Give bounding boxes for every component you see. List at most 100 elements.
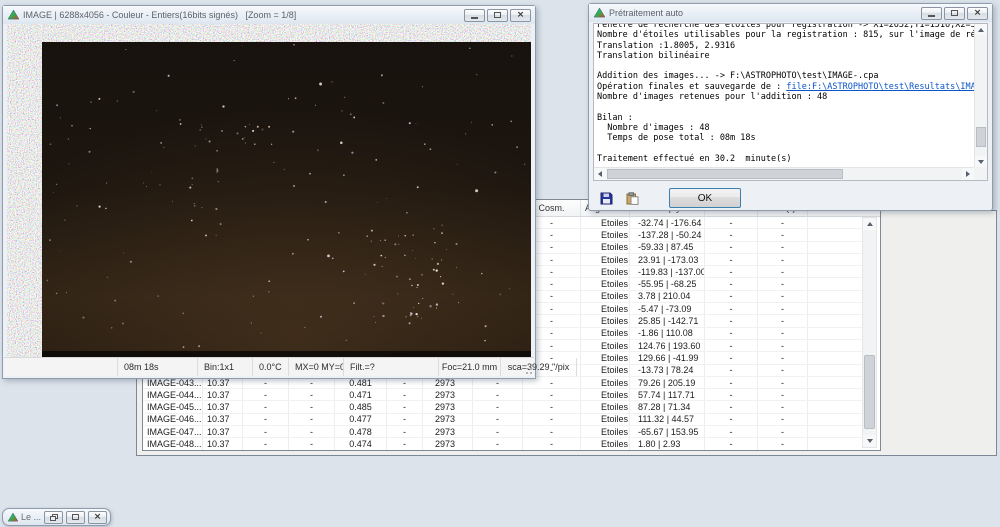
cell: -: [758, 242, 808, 253]
scroll-left-button[interactable]: [594, 168, 606, 180]
cell: 111.32 | 44.57: [630, 414, 705, 425]
cell: 2973: [423, 414, 473, 425]
cell: -: [705, 377, 758, 388]
result-file-link[interactable]: file:F:\ASTROPHOTO\test\Resultats\IMAGE.…: [786, 82, 974, 92]
app-prism-icon: [8, 10, 19, 20]
minimize-icon: [471, 17, 478, 19]
cell: Etoiles: [581, 401, 630, 412]
cell: -: [705, 254, 758, 265]
table-row[interactable]: IMAGE-046....10.37--0.477-2973--Etoiles1…: [143, 414, 863, 426]
cell: Etoiles: [581, 340, 630, 351]
log-horizontal-scrollbar[interactable]: [594, 167, 974, 180]
cell: Etoiles: [581, 242, 630, 253]
cell: -: [758, 291, 808, 302]
cell: -: [243, 401, 289, 412]
arrow-down-icon: [867, 439, 873, 443]
cell: Etoiles: [581, 278, 630, 289]
maximize-button[interactable]: [66, 511, 85, 524]
cell: -: [705, 352, 758, 363]
close-button[interactable]: ×: [510, 9, 531, 22]
log-vertical-scrollbar[interactable]: [974, 24, 987, 167]
status-segment: 08m 18s: [118, 358, 198, 376]
image-window-titlebar[interactable]: IMAGE | 6288x4056 - Couleur - Entiers(16…: [3, 6, 535, 24]
cell: -: [289, 389, 335, 400]
minimized-window-title: Le ...: [21, 512, 41, 522]
cell: 124.76 | 193.60: [630, 340, 705, 351]
close-icon: ×: [94, 513, 102, 522]
log-line: [597, 102, 974, 112]
cell: -: [758, 315, 808, 326]
status-segment: MX=0 MY=0: [289, 358, 344, 376]
log-line: Translation :1.8005, 2.9316: [597, 41, 974, 51]
cell: -: [705, 389, 758, 400]
ok-button[interactable]: OK: [669, 188, 741, 208]
astrophoto-canvas[interactable]: [7, 24, 531, 357]
image-statusbar: 08m 18sBin:1x10.0°CMX=0 MY=0Filt.=?Foc=2…: [4, 357, 534, 376]
cell: 3.78 | 210.04: [630, 291, 705, 302]
table-row[interactable]: IMAGE-048....10.37--0.474-2973--Etoiles1…: [143, 438, 863, 450]
image-window-title: IMAGE | 6288x4056 - Couleur - Entiers(16…: [23, 10, 296, 20]
status-segment: Filt.=?: [344, 358, 439, 376]
table-row[interactable]: IMAGE-047....10.37--0.478-2973--Etoiles-…: [143, 426, 863, 438]
cell: Etoiles: [581, 291, 630, 302]
clipboard-paste-icon: [626, 192, 639, 205]
cell: 0.478: [335, 426, 387, 437]
arrow-left-icon: [598, 171, 602, 177]
close-button[interactable]: ×: [967, 7, 988, 20]
cell: -: [758, 266, 808, 277]
cell: Etoiles: [581, 229, 630, 240]
minimize-button[interactable]: [921, 7, 942, 20]
cell: 0.477: [335, 414, 387, 425]
cell: -: [387, 438, 423, 449]
cell: -: [289, 414, 335, 425]
cell: -: [758, 365, 808, 376]
save-log-button[interactable]: [597, 190, 615, 206]
table-vertical-scrollbar[interactable]: [862, 217, 877, 448]
scroll-down-button[interactable]: [863, 435, 876, 447]
scroll-thumb[interactable]: [607, 169, 843, 179]
cell: -: [243, 426, 289, 437]
cell: -65.67 | 153.95: [630, 426, 705, 437]
restore-button[interactable]: [44, 511, 63, 524]
scroll-up-button[interactable]: [975, 24, 987, 35]
cell: 0.471: [335, 389, 387, 400]
scroll-thumb[interactable]: [864, 355, 875, 428]
cell: -: [243, 414, 289, 425]
scroll-right-button[interactable]: [962, 168, 974, 180]
minimize-button[interactable]: [464, 9, 485, 22]
cell: Etoiles: [581, 426, 630, 437]
status-segment: Foc=21.0 mm: [439, 358, 501, 376]
restore-button[interactable]: [487, 9, 508, 22]
cell: -: [243, 389, 289, 400]
cell: 23.91 | -173.03: [630, 254, 705, 265]
dialog-titlebar[interactable]: Prétraitement auto ×: [589, 4, 992, 22]
resize-grip-icon[interactable]: [524, 366, 532, 374]
cell: -: [473, 389, 523, 400]
cell: -: [705, 401, 758, 412]
dialog-title: Prétraitement auto: [609, 8, 683, 18]
copy-log-button[interactable]: [623, 190, 641, 206]
restore-button[interactable]: [944, 7, 965, 20]
pretraitement-dialog: Prétraitement auto × Fenêtre de recherch…: [588, 3, 993, 211]
cell: -: [758, 426, 808, 437]
log-text: Fenêtre de recherche des étoiles pour re…: [597, 24, 974, 167]
log-line: Temps de pose total : 08m 18s: [597, 133, 974, 143]
minimized-window[interactable]: Le ... ×: [2, 508, 111, 526]
table-row[interactable]: IMAGE-045....10.37--0.485-2973--Etoiles8…: [143, 401, 863, 413]
close-button[interactable]: ×: [88, 511, 107, 524]
scroll-up-button[interactable]: [863, 218, 876, 230]
cell: -: [243, 438, 289, 449]
table-row[interactable]: IMAGE-044....10.37--0.471-2973--Etoiles5…: [143, 389, 863, 401]
cell: Etoiles: [581, 266, 630, 277]
log-line: [597, 144, 974, 154]
cell: 87.28 | 71.34: [630, 401, 705, 412]
cell: 2973: [423, 438, 473, 449]
cell: -: [705, 303, 758, 314]
floppy-disk-icon: [600, 192, 613, 205]
cell: -: [523, 414, 581, 425]
cell: 10.37: [203, 414, 243, 425]
minimize-icon: [928, 15, 935, 17]
scroll-thumb[interactable]: [976, 127, 986, 147]
scroll-down-button[interactable]: [975, 156, 987, 167]
arrow-up-icon: [867, 222, 873, 226]
